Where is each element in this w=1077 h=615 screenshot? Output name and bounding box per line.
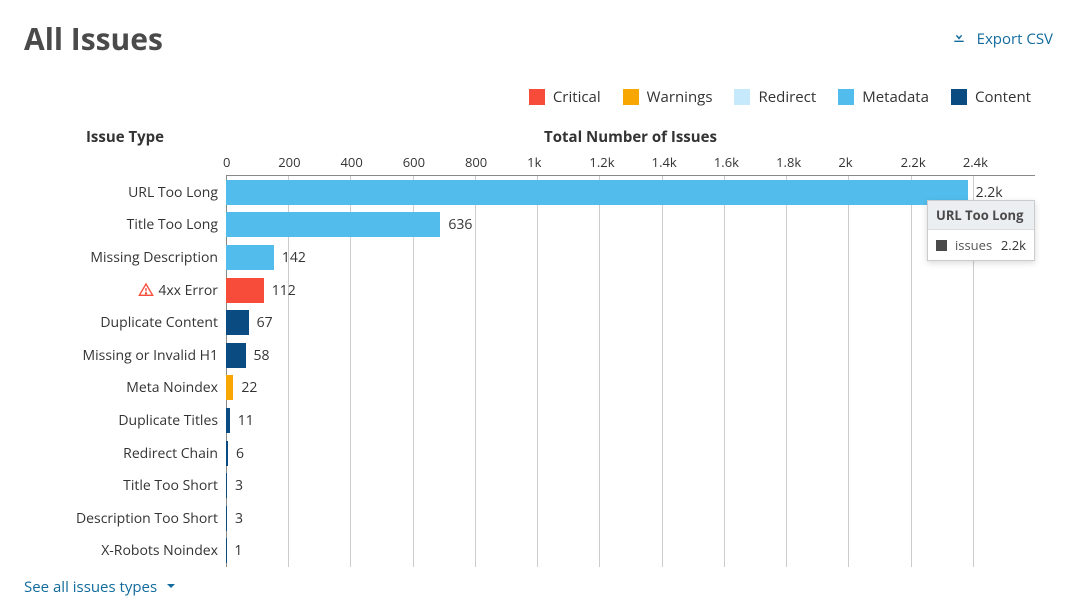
x-tick: 1.8k: [776, 153, 838, 175]
bar-value: 11: [238, 411, 254, 430]
bar-value: 3: [235, 476, 243, 495]
export-label: Export CSV: [977, 29, 1053, 49]
bar-value: 22: [241, 378, 257, 397]
export-csv-link[interactable]: Export CSV: [951, 28, 1053, 49]
bar-row[interactable]: URL Too Long2.2k: [226, 176, 1035, 209]
bar-rows: URL Too Long2.2kTitle Too Long636Missing…: [226, 176, 1035, 567]
bar-label: Duplicate Titles: [24, 411, 218, 430]
y-axis-title: Issue Type: [24, 127, 226, 147]
bar-label: 4xx Error: [24, 281, 218, 300]
legend-label: Metadata: [862, 87, 929, 107]
bar-value: 3: [235, 509, 243, 528]
page-title: All Issues: [24, 18, 163, 59]
legend-swatch: [734, 89, 750, 105]
bar-row[interactable]: Duplicate Content67: [226, 306, 1035, 339]
x-tick: 1.2k: [589, 153, 651, 175]
bar-label: Meta Noindex: [24, 378, 218, 397]
x-axis-title: Total Number of Issues: [226, 127, 1035, 147]
bar: [226, 212, 440, 237]
plot-area: URL Too Long2.2kTitle Too Long636Missing…: [226, 175, 1035, 567]
bar-row[interactable]: Duplicate Titles11: [226, 404, 1035, 437]
bar-label: Missing Description: [24, 248, 218, 267]
bar-label: X-Robots Noindex: [24, 541, 218, 560]
bar-label: Duplicate Content: [24, 313, 218, 332]
bar-value: 58: [254, 346, 270, 365]
x-tick: 1.6k: [714, 153, 776, 175]
bar-value: 1: [234, 541, 242, 560]
bar-value: 6: [236, 444, 244, 463]
see-all-issues-link[interactable]: See all issues types: [24, 577, 1053, 597]
x-tick: 0: [223, 153, 285, 175]
bar-row[interactable]: 4xx Error112: [226, 274, 1035, 307]
bar-row[interactable]: Title Too Short3: [226, 469, 1035, 502]
bar-label: Missing or Invalid H1: [24, 346, 218, 365]
bar: [226, 375, 233, 400]
bar: [226, 278, 264, 303]
tooltip-title: URL Too Long: [928, 201, 1034, 230]
x-tick: 2k: [838, 153, 900, 175]
bar-label: URL Too Long: [24, 183, 218, 202]
legend-item[interactable]: Critical: [529, 87, 601, 107]
bar-label: Title Too Short: [24, 476, 218, 495]
legend-swatch: [838, 89, 854, 105]
x-tick: 800: [465, 153, 527, 175]
legend-item[interactable]: Redirect: [734, 87, 816, 107]
bar-value: 2.2k: [976, 183, 1003, 202]
chart-area: Issue Type Total Number of Issues 020040…: [24, 127, 1053, 567]
legend-item[interactable]: Warnings: [623, 87, 713, 107]
bar: [226, 245, 274, 270]
bar: [226, 180, 968, 205]
bar-label: Title Too Long: [24, 215, 218, 234]
x-tick: 2.2k: [901, 153, 963, 175]
bar-label: Description Too Short: [24, 509, 218, 528]
x-tick: 1.4k: [652, 153, 714, 175]
bar-row[interactable]: Redirect Chain6: [226, 437, 1035, 470]
download-icon: [951, 28, 967, 49]
tooltip-swatch: [936, 240, 947, 251]
legend-label: Critical: [553, 87, 601, 107]
x-tick: 400: [340, 153, 402, 175]
bar: [226, 310, 249, 335]
x-tick: 1k: [527, 153, 589, 175]
legend-item[interactable]: Content: [951, 87, 1031, 107]
see-all-label: See all issues types: [24, 577, 157, 597]
legend-swatch: [529, 89, 545, 105]
bar-row[interactable]: Missing or Invalid H158: [226, 339, 1035, 372]
warning-icon: [138, 282, 154, 298]
x-tick: 600: [403, 153, 465, 175]
legend-swatch: [623, 89, 639, 105]
header-row: All Issues Export CSV: [24, 18, 1053, 59]
bar: [226, 408, 230, 433]
bar: [226, 343, 246, 368]
legend-label: Content: [975, 87, 1031, 107]
legend-label: Warnings: [647, 87, 713, 107]
bar-value: 67: [257, 313, 273, 332]
chart-tooltip: URL Too Long issues 2.2k: [927, 200, 1035, 261]
bar-row[interactable]: Meta Noindex22: [226, 372, 1035, 405]
bar-value: 142: [282, 248, 306, 267]
bar-value: 112: [272, 281, 296, 300]
bar: [226, 441, 228, 466]
bar-row[interactable]: Title Too Long636: [226, 209, 1035, 242]
legend-swatch: [951, 89, 967, 105]
x-tick: 2.4k: [963, 153, 1025, 175]
chart-legend: Critical Warnings Redirect Metadata Content: [24, 87, 1053, 107]
bar-row[interactable]: X-Robots Noindex1: [226, 535, 1035, 568]
x-axis-ticks: 02004006008001k1.2k1.4k1.6k1.8k2k2.2k2.4…: [226, 153, 1035, 175]
x-tick: 200: [278, 153, 340, 175]
tooltip-value: 2.2k: [1001, 236, 1026, 254]
bar-label: Redirect Chain: [24, 444, 218, 463]
bar-row[interactable]: Description Too Short3: [226, 502, 1035, 535]
bar-value: 636: [448, 215, 472, 234]
bar-row[interactable]: Missing Description142: [226, 241, 1035, 274]
tooltip-series-label: issues: [955, 236, 993, 254]
bar: [226, 506, 227, 531]
chevron-down-icon: [165, 577, 177, 597]
legend-item[interactable]: Metadata: [838, 87, 929, 107]
legend-label: Redirect: [758, 87, 816, 107]
bar: [226, 473, 227, 498]
